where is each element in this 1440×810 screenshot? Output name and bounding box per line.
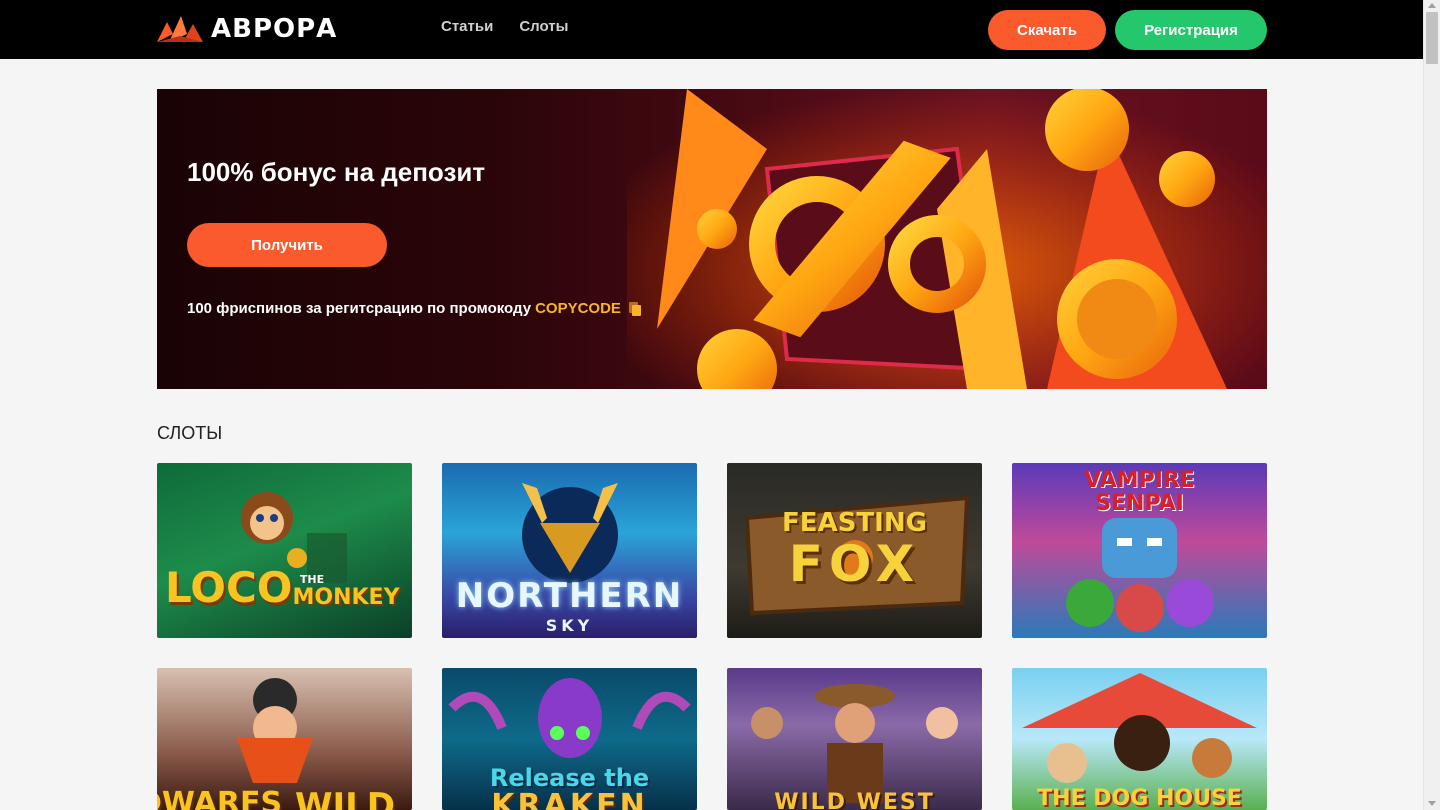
slot-card-vampire-senpai[interactable]: VAMPIRE SENPAI xyxy=(1012,463,1267,638)
logo[interactable]: АВРОРА xyxy=(157,14,337,44)
slot-title-kraken: KRAKEN xyxy=(491,788,648,810)
slot-title-sky: SKY xyxy=(545,616,594,635)
download-button[interactable]: Скачать xyxy=(988,10,1106,50)
main-nav: Статьи Слоты xyxy=(441,18,568,35)
slot-card-dwarfs-wild[interactable]: DWARFS WILD xyxy=(157,668,412,810)
slot-title-wild-west: WILD WEST xyxy=(774,790,935,810)
slot-card-the-dog-house[interactable]: THE DOG HOUSE xyxy=(1012,668,1267,810)
nav-articles[interactable]: Статьи xyxy=(441,18,493,35)
logo-text: АВРОРА xyxy=(211,14,338,44)
copy-icon[interactable] xyxy=(628,301,641,316)
slot-title-feasting: FEASTING xyxy=(782,508,927,538)
register-button[interactable]: Регистрация xyxy=(1115,10,1267,50)
slot-card-feasting-fox[interactable]: FEASTING FOX xyxy=(727,463,982,638)
slot-card-release-the-kraken[interactable]: Release the KRAKEN xyxy=(442,668,697,810)
slot-title-dog-house: THE DOG HOUSE xyxy=(1037,786,1242,810)
cowboys-illustration xyxy=(751,684,958,803)
slot-title-wild: WILD xyxy=(294,786,396,810)
nav-slots[interactable]: Слоты xyxy=(519,18,568,35)
scroll-down-arrow-icon[interactable] xyxy=(1428,801,1436,806)
slot-title-northern: NORTHERN xyxy=(455,576,684,616)
slots-section-title: СЛОТЫ xyxy=(157,423,223,443)
banner-title: 100% бонус на депозит xyxy=(187,157,486,187)
slot-title-vampire: VAMPIRE xyxy=(1084,468,1195,493)
slot-title-senpai: SENPAI xyxy=(1095,491,1184,516)
scroll-thumb[interactable] xyxy=(1426,12,1438,64)
promo-text: 100 фриспинов за регитсрацию по промокод… xyxy=(187,300,532,317)
aurora-logo-icon xyxy=(157,16,203,42)
slot-card-loco-the-monkey[interactable]: LOCO THE MONKEY xyxy=(157,463,412,638)
get-bonus-button[interactable]: Получить xyxy=(187,223,387,267)
promo-code[interactable]: COPYCODE xyxy=(535,300,621,317)
slot-card-northern-sky[interactable]: NORTHERN SKY xyxy=(442,463,697,638)
slot-title-monkey: MONKEY xyxy=(292,585,400,610)
slot-card-wild-west[interactable]: WILD WEST xyxy=(727,668,982,810)
page-scrollbar[interactable] xyxy=(1423,0,1440,810)
top-navbar: АВРОРА Статьи Слоты Скачать Регистрация xyxy=(0,0,1423,59)
slot-title-fox: FOX xyxy=(788,535,921,593)
scroll-up-arrow-icon[interactable] xyxy=(1428,3,1436,8)
bonus-coins-illustration xyxy=(627,89,1267,389)
slot-title-loco: LOCO xyxy=(165,563,293,612)
promo-line: 100 фриспинов за регитсрацию по промокод… xyxy=(187,300,641,317)
promo-banner: 100% бонус на депозит Получить 100 фрисп… xyxy=(157,89,1267,389)
